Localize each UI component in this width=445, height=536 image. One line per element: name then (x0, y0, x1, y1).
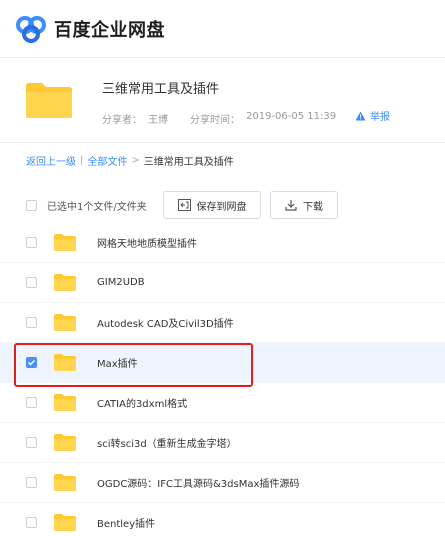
row-checkbox-checked[interactable] (26, 357, 37, 368)
file-list: 网格天地地质模型插件 GIM2UDB Autodesk CAD及Civil3D插… (0, 223, 445, 536)
file-name[interactable]: 网格天地地质模型插件 (97, 235, 197, 250)
toolbar: 已选中1个文件/文件夹 保存到网盘 下载 (0, 191, 445, 219)
sharer-name: 王博 (148, 115, 168, 126)
file-row-selected[interactable]: Max插件 (0, 343, 445, 383)
row-checkbox[interactable] (26, 397, 37, 408)
row-checkbox[interactable] (26, 437, 37, 448)
baidu-cloud-logo-icon[interactable] (14, 14, 48, 44)
file-row[interactable]: Bentley插件 (0, 503, 445, 536)
back-link[interactable]: 返回上一级 (26, 153, 76, 168)
report-link[interactable]: 举报 (355, 108, 390, 123)
row-checkbox[interactable] (26, 517, 37, 528)
download-button[interactable]: 下载 (270, 191, 338, 219)
sharer-label: 分享者： (102, 115, 142, 126)
file-name[interactable]: CATIA的3dxml格式 (97, 395, 187, 410)
file-row[interactable]: CATIA的3dxml格式 (0, 383, 445, 423)
download-button-label: 下载 (303, 201, 323, 213)
logo-text[interactable]: 百度企业网盘 (54, 16, 165, 42)
file-name[interactable]: sci转sci3d（重新生成金字塔） (97, 435, 237, 450)
file-row[interactable]: OGDC源码：IFC工具源码&3dsMax插件源码 (0, 463, 445, 503)
file-name[interactable]: Autodesk CAD及Civil3D插件 (97, 315, 234, 330)
file-name[interactable]: OGDC源码：IFC工具源码&3dsMax插件源码 (97, 475, 299, 490)
save-button-label: 保存到网盘 (196, 201, 247, 213)
file-row[interactable]: 网格天地地质模型插件 (0, 223, 445, 263)
breadcrumb: 返回上一级 | 全部文件 > 三维常用工具及插件 (26, 153, 234, 168)
selection-count-text: 已选中1个文件/文件夹 (47, 201, 147, 213)
share-title: 三维常用工具及插件 (102, 82, 220, 97)
folder-icon (54, 234, 76, 251)
breadcrumb-current: 三维常用工具及插件 (143, 157, 234, 168)
folder-icon (54, 314, 76, 331)
share-time-label: 分享时间： (190, 115, 240, 126)
folder-icon (54, 394, 76, 411)
row-checkbox[interactable] (26, 277, 37, 288)
folder-icon (54, 354, 76, 371)
file-row[interactable]: GIM2UDB (0, 263, 445, 303)
row-checkbox[interactable] (26, 237, 37, 248)
warning-icon (355, 111, 366, 120)
breadcrumb-divider: | (80, 155, 84, 166)
save-to-disk-button[interactable]: 保存到网盘 (163, 191, 261, 219)
file-name[interactable]: GIM2UDB (97, 277, 145, 288)
share-meta: 分享者： 王博 分享时间： 2019-06-05 11:39 (102, 111, 336, 126)
download-icon (285, 200, 297, 211)
share-info-panel: 三维常用工具及插件 分享者： 王博 分享时间： 2019-06-05 11:39 (0, 58, 445, 143)
share-time-value: 2019-06-05 11:39 (246, 111, 337, 122)
breadcrumb-arrow: > (131, 155, 140, 166)
folder-icon (54, 274, 76, 291)
file-row[interactable]: Autodesk CAD及Civil3D插件 (0, 303, 445, 343)
select-all-checkbox[interactable] (26, 199, 37, 211)
row-checkbox[interactable] (26, 477, 37, 488)
folder-icon (54, 474, 76, 491)
report-label: 举报 (370, 112, 390, 123)
all-files-link[interactable]: 全部文件 (87, 153, 127, 168)
folder-icon (54, 514, 76, 531)
shared-folder-icon (26, 83, 72, 118)
folder-icon (54, 434, 76, 451)
file-name[interactable]: Bentley插件 (97, 515, 155, 530)
row-checkbox[interactable] (26, 317, 37, 328)
file-name[interactable]: Max插件 (97, 355, 138, 370)
file-row[interactable]: sci转sci3d（重新生成金字塔） (0, 423, 445, 463)
app-header: 百度企业网盘 (0, 0, 445, 58)
checkmark-icon (27, 359, 36, 366)
save-icon (177, 199, 191, 211)
